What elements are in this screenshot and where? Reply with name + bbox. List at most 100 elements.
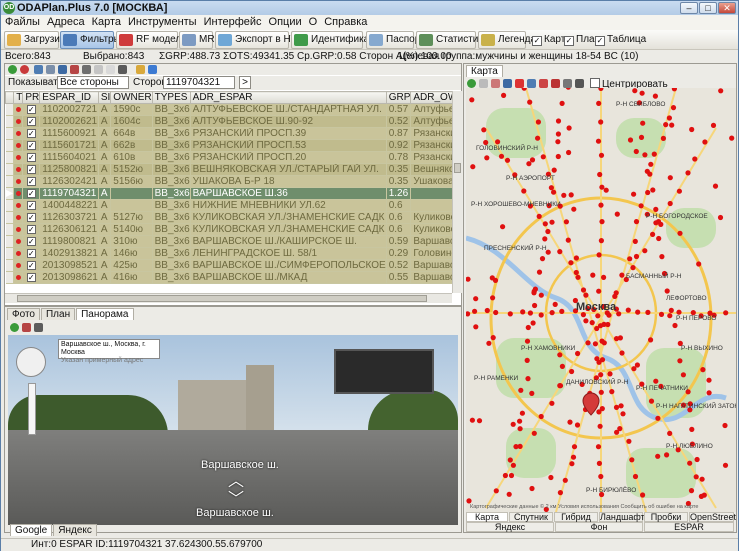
billboard-point[interactable] bbox=[706, 390, 712, 396]
tab-map[interactable]: Карта bbox=[466, 65, 503, 77]
export-html-button[interactable]: Экспорт в HTML bbox=[215, 31, 311, 49]
scroll-thumb[interactable] bbox=[454, 163, 461, 173]
billboard-point[interactable] bbox=[590, 272, 596, 278]
map-type-terrain[interactable]: Ландшафт bbox=[599, 512, 645, 522]
billboard-point[interactable] bbox=[490, 295, 496, 301]
billboard-point[interactable] bbox=[660, 135, 666, 141]
row-checkbox[interactable]: ✓ bbox=[22, 247, 41, 260]
billboard-point[interactable] bbox=[613, 290, 619, 296]
billboard-point[interactable] bbox=[689, 426, 695, 432]
billboard-point[interactable] bbox=[626, 438, 632, 444]
billboard-point[interactable] bbox=[632, 88, 638, 94]
billboard-point[interactable] bbox=[659, 254, 665, 260]
billboard-point[interactable] bbox=[536, 269, 543, 275]
billboard-point[interactable] bbox=[702, 139, 708, 145]
row-checkbox[interactable]: ✓ bbox=[22, 103, 41, 116]
billboard-point[interactable] bbox=[573, 255, 579, 261]
arrow-down-icon[interactable]: ﹀ bbox=[228, 485, 244, 509]
tab-yandex[interactable]: Яндекс bbox=[53, 524, 97, 536]
billboard-point[interactable] bbox=[625, 307, 631, 313]
billboard-point[interactable] bbox=[656, 235, 662, 242]
marker-icon[interactable] bbox=[22, 323, 31, 332]
billboard-point[interactable] bbox=[529, 157, 536, 163]
billboard-point[interactable] bbox=[513, 444, 519, 450]
billboard-point[interactable] bbox=[549, 219, 555, 225]
table-row[interactable]: ✓ 1115601721 A 662в BB_3x6 РЯЗАНСКИЙ ПРОСП.53… bbox=[5, 139, 452, 152]
map-type-espar[interactable]: ESPAR bbox=[644, 522, 734, 532]
row-checkbox[interactable]: ✓ bbox=[22, 259, 41, 272]
billboard-point[interactable] bbox=[507, 311, 513, 317]
pencil-icon[interactable] bbox=[136, 65, 145, 74]
menu-help[interactable]: Справка bbox=[320, 15, 370, 28]
table-row[interactable]: ✓ 1400448221 A BB_3x6 НИЖНИЕ МНЕВНИКИ УЛ.62 0… bbox=[5, 199, 452, 212]
billboard-point[interactable] bbox=[632, 473, 639, 480]
billboard-point[interactable] bbox=[539, 256, 546, 262]
filters-button[interactable]: Фильтры bbox=[60, 31, 121, 49]
billboard-point[interactable] bbox=[568, 260, 574, 266]
billboard-point[interactable] bbox=[575, 274, 581, 280]
billboard-point[interactable] bbox=[583, 292, 589, 298]
billboard-point[interactable] bbox=[632, 238, 638, 244]
table-checkbox[interactable]: ✓ Таблица bbox=[595, 34, 646, 46]
billboard-point[interactable] bbox=[551, 167, 557, 173]
billboard-point[interactable] bbox=[526, 161, 532, 167]
table-row[interactable]: ✓ 1125800821 A 5152ю BB_3x6 ВЕШНЯКОВСКАЯ УЛ./… bbox=[5, 163, 452, 176]
billboard-point[interactable] bbox=[617, 335, 623, 341]
refresh-icon[interactable] bbox=[575, 79, 584, 88]
billboard-point[interactable] bbox=[669, 122, 675, 128]
layers-icon[interactable] bbox=[527, 79, 536, 88]
row-checkbox[interactable]: ✓ bbox=[22, 127, 41, 140]
billboard-point[interactable] bbox=[722, 422, 728, 429]
minimize-button[interactable]: – bbox=[680, 2, 698, 14]
close-button[interactable]: ✕ bbox=[718, 2, 736, 14]
billboard-point[interactable] bbox=[650, 187, 656, 193]
billboard-point[interactable] bbox=[619, 350, 625, 356]
billboard-point[interactable] bbox=[596, 288, 602, 294]
billboard-point[interactable] bbox=[502, 472, 508, 479]
billboard-point[interactable] bbox=[529, 485, 535, 492]
billboard-point[interactable] bbox=[655, 415, 661, 421]
billboard-point[interactable] bbox=[689, 126, 695, 133]
billboard-point[interactable] bbox=[548, 185, 554, 191]
billboard-point[interactable] bbox=[469, 417, 475, 423]
row-checkbox[interactable]: ✓ bbox=[22, 151, 41, 164]
menu-interface[interactable]: Интерфейс bbox=[200, 15, 265, 28]
table-row[interactable]: ✓ 2013098521 A 425ю BB_3x6 ВАРШАВСКОЕ Ш./СИМФ… bbox=[5, 259, 452, 272]
map-view[interactable]: Р-Н СВИБЛОВО ГОЛОВИНСКИЙ Р-Н Р-Н ХОРОШЕВО-… bbox=[466, 88, 736, 512]
billboard-point[interactable] bbox=[527, 310, 533, 316]
billboard-point[interactable] bbox=[559, 100, 565, 106]
billboard-point[interactable] bbox=[599, 219, 605, 225]
billboard-point[interactable] bbox=[640, 492, 646, 498]
tab-panorama[interactable]: Панорама bbox=[76, 308, 134, 320]
billboard-point[interactable] bbox=[519, 410, 525, 416]
billboard-point[interactable] bbox=[598, 152, 605, 158]
billboard-point[interactable] bbox=[573, 269, 579, 276]
billboard-point[interactable] bbox=[470, 164, 476, 170]
billboard-point[interactable] bbox=[642, 248, 648, 254]
billboard-point[interactable] bbox=[676, 188, 682, 194]
pano-compass-icon[interactable] bbox=[16, 347, 46, 377]
col-owner[interactable]: OWNER bbox=[110, 91, 153, 104]
billboard-point[interactable] bbox=[653, 206, 659, 212]
table-row[interactable]: ✓ 1115600921 A 664в BB_3x6 РЯЗАНСКИЙ ПРОСП.39… bbox=[5, 127, 452, 140]
table-row[interactable]: ▶ ✓ 1119704321 A BB_3x6 ВАРШАВСКОЕ Ш.36 1.26 bbox=[5, 187, 452, 200]
billboard-point[interactable] bbox=[648, 161, 654, 167]
col-pr[interactable]: PR bbox=[22, 91, 41, 104]
load-button[interactable]: Загрузить bbox=[4, 31, 70, 49]
col-marker[interactable] bbox=[5, 91, 15, 104]
billboard-point[interactable] bbox=[552, 301, 558, 307]
billboard-point[interactable] bbox=[596, 460, 602, 466]
billboard-point[interactable] bbox=[635, 309, 641, 315]
billboard-point[interactable] bbox=[484, 307, 490, 314]
panorama-view[interactable]: Варшавское ш., Москва, г. Москва Указан п… bbox=[8, 335, 458, 525]
billboard-point[interactable] bbox=[596, 252, 602, 258]
billboard-point[interactable] bbox=[607, 371, 613, 377]
map-type-hybrid[interactable]: Гибрид bbox=[554, 512, 598, 522]
row-checkbox[interactable]: ✓ bbox=[22, 235, 41, 248]
billboard-point[interactable] bbox=[698, 493, 704, 499]
billboard-point[interactable] bbox=[598, 238, 604, 244]
billboard-point[interactable] bbox=[633, 253, 640, 260]
refresh-icon[interactable] bbox=[34, 323, 43, 332]
billboard-point[interactable] bbox=[571, 206, 577, 212]
globe-icon[interactable] bbox=[503, 79, 512, 88]
